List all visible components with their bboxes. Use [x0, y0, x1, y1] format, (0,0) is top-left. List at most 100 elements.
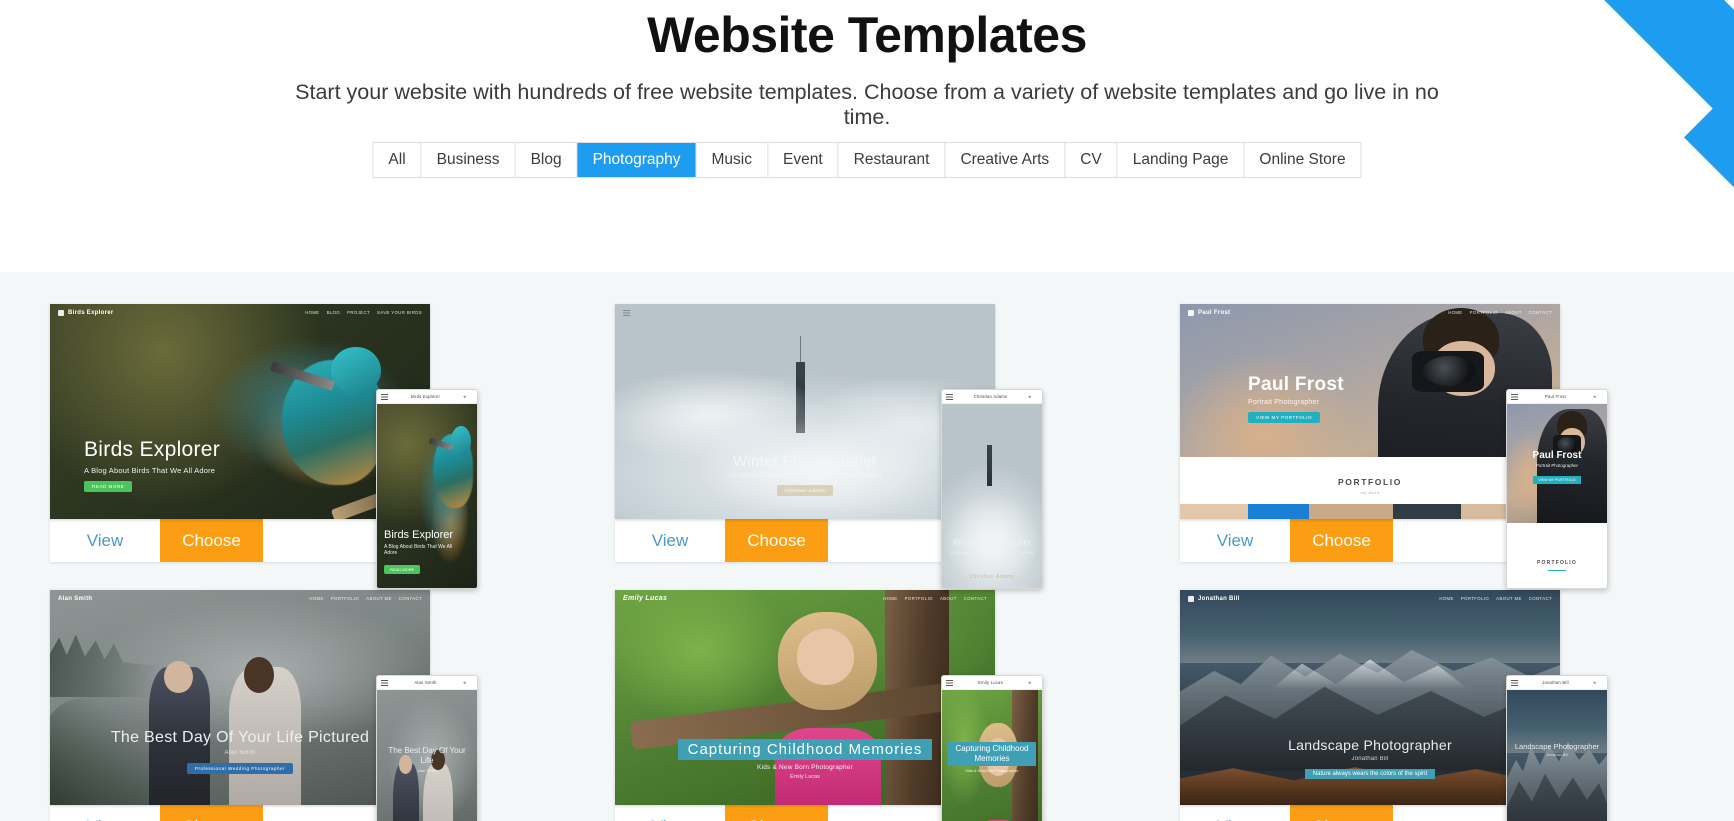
mobile-preview[interactable]: Birds Explorer ◂ Birds Explorer A Blog A… — [376, 389, 478, 589]
mobile-cta-button: VIEW MY PORTFOLIO — [1533, 476, 1581, 484]
portfolio-underline — [1548, 569, 1566, 571]
mobile-topbar: Birds Explorer ◂ — [377, 390, 477, 404]
choose-button[interactable]: Choose — [1290, 519, 1393, 562]
view-button[interactable]: View — [50, 805, 160, 821]
tab-blog[interactable]: Blog — [515, 143, 578, 177]
mobile-arrow-icon: ◂ — [1028, 393, 1031, 400]
portfolio-subheading: my work — [1360, 490, 1380, 496]
mobile-preview[interactable]: Emily Lucas ◂ Capturing Childhood Memori… — [941, 675, 1043, 821]
mobile-preview[interactable]: Alan Smith ◂ The Best Day Of Your Life A… — [376, 675, 478, 821]
portfolio-thumbnails — [1180, 503, 1560, 519]
mobile-subheading: Kids & New Born Photographer — [965, 769, 1019, 773]
choose-button[interactable]: Choose — [1290, 805, 1393, 821]
template-hero-text: Winter Photographer Let Weather and Natu… — [615, 453, 995, 497]
portfolio-heading: PORTFOLIO — [1338, 476, 1402, 487]
template-grid: Birds Explorer HOME BLOG PROJECT SAVE YO… — [0, 272, 1734, 821]
mobile-heading: Birds Explorer — [384, 529, 454, 541]
template-nav: HOME PORTFOLIO ABOUT CONTACT — [883, 596, 987, 601]
template-hero-text: The Best Day Of Your Life Pictured Alan … — [50, 729, 430, 775]
template-card[interactable]: Jonathan Bill HOME PORTFOLIO ABOUT ME CO… — [1180, 590, 1608, 821]
website-templates-page: Website Templates Start your website wit… — [0, 0, 1734, 821]
view-button[interactable]: View — [50, 519, 160, 562]
template-hero-text: Landscape Photographer Jonathan Bill Nat… — [1288, 737, 1452, 779]
template-cta-button: VIEW MY PORTFOLIO — [1248, 412, 1321, 423]
category-filter-tabs: All Business Blog Photography Music Even… — [372, 142, 1362, 178]
mobile-subheading: Let Weather and Nature Flow Create The B… — [950, 550, 1034, 560]
mobile-topbar: Jonathan Bill ◂ — [1507, 676, 1607, 690]
mobile-body: Landscape Photographer Jonathan Bill Nat… — [1507, 690, 1607, 821]
desktop-preview[interactable]: Jonathan Bill HOME PORTFOLIO ABOUT ME CO… — [1180, 590, 1560, 805]
template-screenshot: PORTFOLIO my work — [1180, 304, 1560, 519]
template-card[interactable]: Winter Photographer Let Weather and Natu… — [615, 304, 1043, 589]
template-card[interactable]: Alan Smith HOME PORTFOLIO ABOUT ME CONTA… — [50, 590, 478, 821]
template-cta-button: Professional Wedding Photographer — [186, 763, 294, 774]
choose-button[interactable]: Choose — [725, 805, 828, 821]
template-topbar: Birds Explorer HOME BLOG PROJECT SAVE YO… — [50, 304, 430, 321]
card-actions: View Choose — [50, 519, 430, 562]
desktop-preview[interactable]: Emily Lucas HOME PORTFOLIO ABOUT CONTACT… — [615, 590, 995, 805]
mobile-heading: Paul Frost — [1532, 450, 1582, 461]
desktop-preview[interactable]: Winter Photographer Let Weather and Natu… — [615, 304, 995, 519]
tab-music[interactable]: Music — [696, 143, 768, 177]
view-button[interactable]: View — [615, 805, 725, 821]
mobile-subheading: Portrait Photographer — [1536, 463, 1578, 468]
hamburger-icon — [1511, 679, 1518, 686]
mobile-subheading: Alan Smith — [417, 768, 437, 773]
tab-restaurant[interactable]: Restaurant — [838, 143, 946, 177]
mobile-arrow-icon: ◂ — [463, 679, 466, 686]
mobile-preview[interactable]: Paul Frost ◂ Paul Frost Portrait Photogr… — [1506, 389, 1608, 589]
logo-icon — [1188, 309, 1194, 316]
logo-icon — [58, 309, 64, 316]
tab-online-store[interactable]: Online Store — [1244, 143, 1361, 177]
mobile-topbar: Emily Lucas ◂ — [942, 676, 1042, 690]
hamburger-icon — [623, 309, 630, 316]
view-button[interactable]: View — [1180, 519, 1290, 562]
view-button[interactable]: View — [615, 519, 725, 562]
choose-button[interactable]: Choose — [160, 519, 263, 562]
desktop-preview[interactable]: Alan Smith HOME PORTFOLIO ABOUT ME CONTA… — [50, 590, 430, 805]
tab-cv[interactable]: CV — [1065, 143, 1118, 177]
hamburger-icon — [381, 679, 388, 686]
tab-photography[interactable]: Photography — [577, 143, 697, 177]
template-brand — [623, 309, 634, 316]
desktop-preview[interactable]: PORTFOLIO my work Paul Frost HOME PORTFO… — [1180, 304, 1560, 519]
logo-icon — [1188, 595, 1194, 602]
choose-button[interactable]: Choose — [160, 805, 263, 821]
mobile-cta-button: READ MORE — [384, 565, 421, 574]
page-subtitle: Start your website with hundreds of free… — [295, 80, 1439, 129]
template-brand: Jonathan Bill — [1188, 595, 1240, 602]
template-card[interactable]: PORTFOLIO my work Paul Frost HOME PORTFO… — [1180, 304, 1608, 589]
template-card[interactable]: Birds Explorer HOME BLOG PROJECT SAVE YO… — [50, 304, 478, 589]
template-hero-text: Paul Frost Portrait Photographer VIEW MY… — [1248, 374, 1344, 424]
template-brand: Alan Smith — [58, 595, 93, 602]
mobile-preview[interactable]: Jonathan Bill ◂ Landscape Photographer J… — [1506, 675, 1608, 821]
mobile-topbar: Paul Frost ◂ — [1507, 390, 1607, 404]
desktop-preview[interactable]: Birds Explorer HOME BLOG PROJECT SAVE YO… — [50, 304, 430, 519]
card-actions: View Choose — [1180, 805, 1560, 821]
mobile-preview[interactable]: Christian Adams ◂ Winter Photographer Le… — [941, 389, 1043, 589]
tab-landing-page[interactable]: Landing Page — [1117, 143, 1245, 177]
mobile-heading: Landscape Photographer — [1514, 742, 1600, 751]
hamburger-icon — [946, 393, 953, 400]
mobile-heading: The Best Day Of Your Life — [388, 746, 466, 765]
tab-all[interactable]: All — [373, 143, 422, 177]
mobile-subheading: Jonathan Bill — [1546, 753, 1568, 757]
tab-event[interactable]: Event — [767, 143, 839, 177]
template-topbar: Paul Frost HOME PORTFOLIO ABOUT CONTACT — [1180, 304, 1560, 321]
template-hero-text: Birds Explorer A Blog About Birds That W… — [84, 438, 220, 493]
mobile-arrow-icon: ◂ — [462, 393, 466, 400]
mobile-topbar: Alan Smith ◂ — [377, 676, 477, 690]
template-card[interactable]: Emily Lucas HOME PORTFOLIO ABOUT CONTACT… — [615, 590, 1043, 821]
tab-business[interactable]: Business — [421, 143, 516, 177]
template-nav: HOME PORTFOLIO ABOUT CONTACT — [1448, 310, 1552, 315]
template-nav: HOME BLOG PROJECT SAVE YOUR BIRDS — [305, 310, 422, 315]
mobile-arrow-icon: ◂ — [1592, 679, 1596, 686]
view-button[interactable]: View — [1180, 805, 1290, 821]
template-nav: HOME PORTFOLIO ABOUT ME CONTACT — [1439, 596, 1552, 601]
template-hero-text: Capturing Childhood Memories Kids & New … — [615, 739, 995, 780]
template-topbar: Jonathan Bill HOME PORTFOLIO ABOUT ME CO… — [1180, 590, 1560, 607]
tab-creative-arts[interactable]: Creative Arts — [945, 143, 1066, 177]
choose-button[interactable]: Choose — [725, 519, 828, 562]
hamburger-icon — [381, 393, 388, 400]
page-header: Website Templates Start your website wit… — [0, 0, 1734, 272]
